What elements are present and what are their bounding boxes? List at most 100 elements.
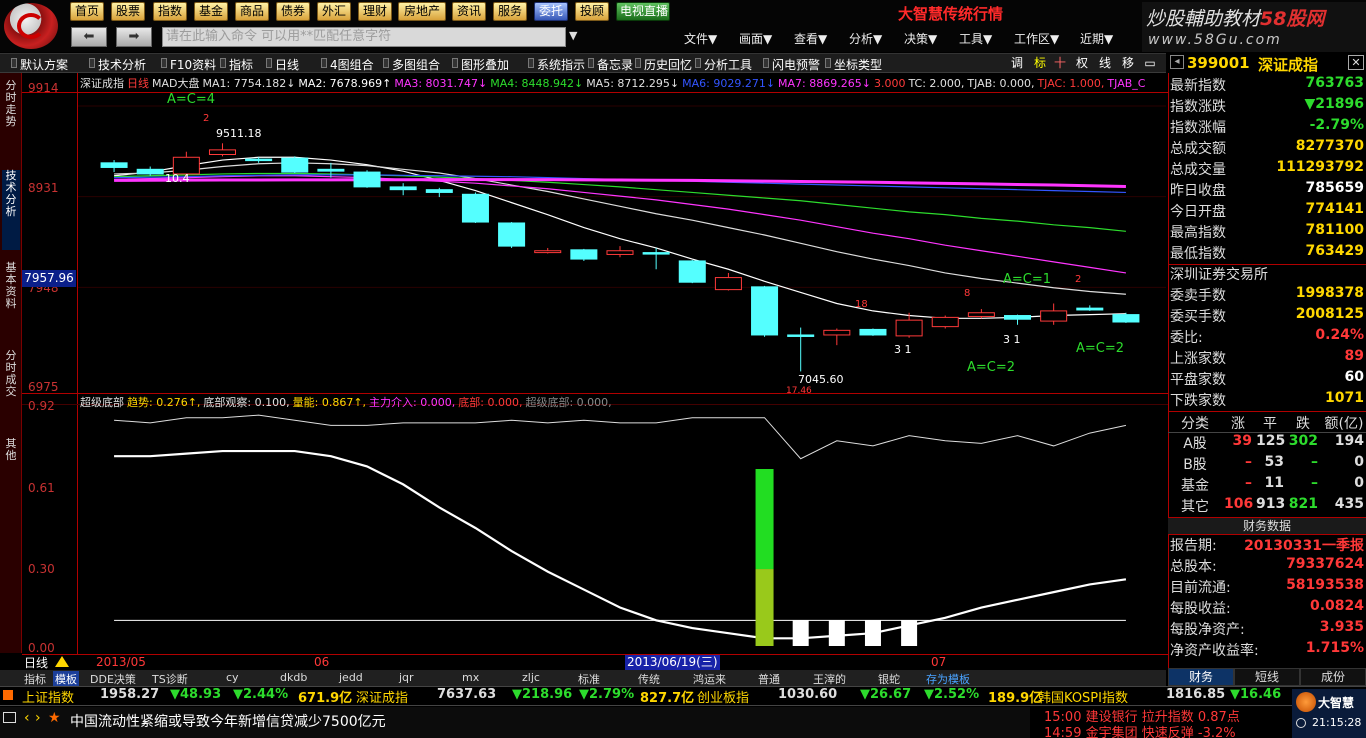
toolbar-tool-icon[interactable]: 标 [1030,55,1050,71]
menu-item[interactable]: 工具▼ [959,30,992,47]
alert-item[interactable]: 14:59 金宇集团 快速反弹 -3.2% [1044,722,1236,738]
quote-row: 总成交量 111293792 [1170,159,1366,180]
toolbar-tool-icon[interactable]: 十 [1050,55,1070,71]
menu-item[interactable]: 文件▼ [684,30,717,47]
ticker-name[interactable]: 深证成指 [356,687,408,706]
class-table-cell: 821 [1288,496,1318,512]
nav-button-6[interactable]: 外汇 [317,2,351,21]
template-tab[interactable]: jqr [399,671,414,684]
menu-item[interactable]: 分析▼ [849,30,882,47]
candle-body [678,260,706,283]
quote-row: 指数涨幅 -2.79% [1170,117,1366,138]
nav-button-8[interactable]: 房地产 [398,2,446,21]
nav-button-10[interactable]: 服务 [493,2,527,21]
candle-body [317,168,345,172]
quote-label: 指数涨幅 [1170,120,1226,136]
toolbar-item[interactable]: 指标 [229,56,253,73]
toolbar-tool-icon[interactable]: 调 [1007,55,1027,71]
command-dropdown-icon[interactable]: ▼ [569,29,577,42]
toolbar-item[interactable]: 历史回忆 [644,56,692,73]
window-icon[interactable] [3,712,16,723]
collapse-icon[interactable]: ◂ [1170,55,1184,69]
toolbar-item[interactable]: 坐标类型 [834,56,882,73]
template-tab[interactable]: 存为模板 [926,671,970,687]
toolbar-item[interactable]: 默认方案 [20,56,68,73]
brand-title: 大智慧传统行情 [898,5,1004,23]
template-tab[interactable]: DDE决策 [90,671,136,687]
template-tab[interactable]: 鸿运来 [693,671,726,687]
side-tab[interactable]: 分时成交 [2,350,20,430]
low-label: 7045.60 [798,373,844,386]
candle-body [1076,307,1104,311]
nav-button-4[interactable]: 商品 [235,2,269,21]
ticker-name[interactable]: 韩国KOSPI指数 [1038,687,1128,706]
side-tab[interactable]: 基本资料 [2,262,20,342]
nav-button-2[interactable]: 指数 [153,2,187,21]
side-tab[interactable]: 分时走势 [2,80,20,160]
toolbar-tool-icon[interactable]: 线 [1095,55,1115,71]
window-icon[interactable]: ▭ [1140,55,1160,71]
nav-button-12[interactable]: 投顾 [575,2,609,21]
template-tab[interactable]: zljc [522,671,540,684]
command-input[interactable]: 请在此输入命令 可以用**匹配任意字符 [162,27,566,47]
menu-item[interactable]: 近期▼ [1080,30,1113,47]
toolbar-item[interactable]: 技术分析 [98,56,146,73]
panel-tab[interactable]: 财务 [1168,668,1234,686]
toolbar-tool-icon[interactable]: 权 [1072,55,1092,71]
template-tab[interactable]: 普通 [758,671,780,687]
toolbar-tool-icon[interactable]: 移 [1118,55,1138,71]
menu-item[interactable]: 工作区▼ [1014,30,1059,47]
ticker-name[interactable]: 上证指数 [22,687,74,706]
nav-button-3[interactable]: 基金 [194,2,228,21]
date-axis [22,654,1168,670]
panel-tab[interactable]: 成份 [1300,668,1366,686]
toolbar-item[interactable]: 分析工具 [704,56,752,73]
news-prev-icon[interactable]: ‹ [24,710,30,726]
toolbar-item[interactable]: 图形叠加 [461,56,509,73]
close-icon[interactable]: ✕ [1348,55,1364,70]
nav-button-13[interactable]: 电视直播 [616,2,670,21]
toolbar-item[interactable]: 系统指示 [537,56,585,73]
template-tab[interactable]: mx [462,671,479,684]
side-tab[interactable]: 其他 [2,438,20,478]
menu-item[interactable]: 画面▼ [739,30,772,47]
app-logo-icon[interactable] [4,3,58,49]
nav-button-1[interactable]: 股票 [111,2,145,21]
forward-arrow-icon[interactable]: ➡ [116,27,152,47]
nav-button-11[interactable]: 委托 [534,2,568,21]
ticker-name[interactable]: 创业板指 [697,687,749,706]
news-headline[interactable]: 中国流动性紧缩或导致今年新增信贷减少7500亿元 [70,711,386,731]
template-tab[interactable]: jedd [339,671,363,684]
side-tab[interactable]: 技术分析 [2,170,20,250]
toolbar-item[interactable]: 闪电预警 [772,56,820,73]
menu-item[interactable]: 决策▼ [904,30,937,47]
panel-tab[interactable]: 短线 [1234,668,1300,686]
menu-item[interactable]: 查看▼ [794,30,827,47]
back-arrow-icon[interactable]: ⬅ [71,27,107,47]
nav-button-9[interactable]: 资讯 [452,2,486,21]
nav-button-7[interactable]: 理财 [358,2,392,21]
template-tab[interactable]: cy [226,671,239,684]
template-tab[interactable]: 标准 [578,671,600,687]
template-tab[interactable]: dkdb [280,671,307,684]
toolbar-item[interactable]: 备忘录 [597,56,633,73]
period-label[interactable]: 日线 [24,654,48,671]
toolbar-item[interactable]: 日线 [275,56,299,73]
template-tab[interactable]: 指标 [24,671,46,687]
news-next-icon[interactable]: › [35,710,41,726]
toolbar-icon [220,58,226,68]
star-icon[interactable]: ★ [48,710,61,726]
toolbar-item[interactable]: 多图组合 [392,56,440,73]
template-tab[interactable]: TS诊断 [152,671,188,687]
template-tab[interactable]: 模板 [53,671,79,687]
toolbar-item[interactable]: F10资料 [170,56,216,73]
template-tab[interactable]: 王滓的 [813,671,846,687]
financial-value: 79337624 [1286,556,1364,572]
toolbar-item[interactable]: 4图组合 [330,56,374,73]
nav-button-0[interactable]: 首页 [70,2,104,21]
template-tab[interactable]: 银蛇 [878,671,900,687]
quote-value: 2008125 [1295,306,1364,322]
indicator-chart[interactable] [78,404,1166,652]
template-tab[interactable]: 传统 [638,671,660,687]
nav-button-5[interactable]: 债券 [276,2,310,21]
